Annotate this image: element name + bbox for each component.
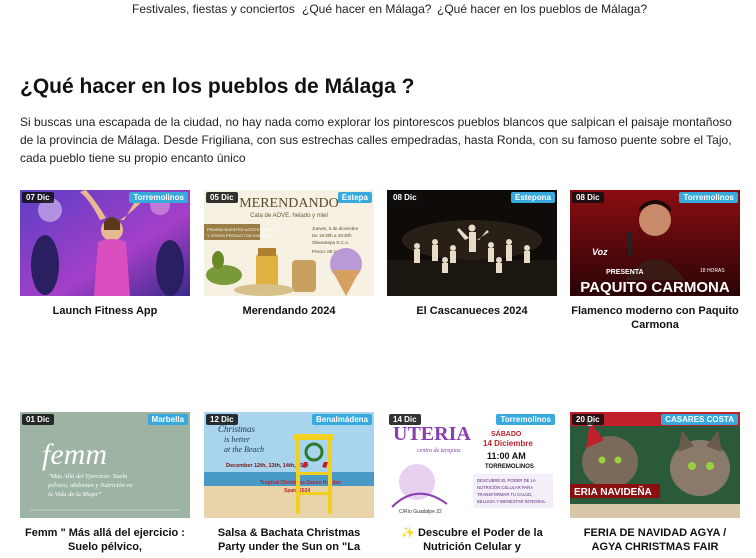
nav-link-que-hacer-pueblos[interactable]: ¿Qué hacer en los pueblos de Málaga? — [437, 2, 647, 16]
fitness-class-photo — [20, 190, 190, 296]
event-card[interactable]: Voz PRESENTA 18 HORAS PAQUITO CARMONA 08… — [570, 190, 740, 332]
event-location-badge: Torremolinos — [496, 414, 555, 425]
nav-link-que-hacer-malaga[interactable]: ¿Qué hacer en Málaga? — [302, 2, 431, 16]
poster-text: at the Beach — [224, 445, 264, 454]
event-card[interactable]: UTERIA centro de terapias SÁBADO 14 Dici… — [387, 412, 557, 554]
event-card[interactable]: 08 Dic Estepona El Cascanueces 2024 — [387, 190, 557, 318]
poster-line: "Más Allá del Ejercicio: Suelo — [48, 473, 128, 480]
poster-desc: NUTRICIÓN CELULAR PARA — [477, 485, 533, 490]
event-location-badge: Estepa — [337, 192, 372, 203]
poster-center: centro de terapias — [417, 448, 461, 454]
event-location-badge: Torremolinos — [129, 192, 188, 203]
poster-subtitle: Cata de AOVE, helado y miel — [250, 213, 328, 219]
poster-time: 11:00 AM — [487, 451, 526, 461]
poster-date: 14 Diciembre — [483, 439, 533, 448]
event-title[interactable]: Femm " Más allá del ejercicio : Suelo pé… — [20, 526, 190, 554]
poster-hour: 18 HORAS — [700, 268, 725, 274]
poster-desc: BELLEZA Y BIENESTAR INTEGRAL — [477, 499, 546, 504]
poster-town: TORREMOLINOS — [485, 464, 534, 470]
event-title[interactable]: ✨ Descubre el Poder de la Nutrición Celu… — [387, 526, 557, 554]
event-title[interactable]: FERIA DE NAVIDAD AGYA / AGYA CHRISTMAS F… — [570, 526, 740, 554]
poster-text: Christmas — [218, 424, 256, 434]
event-location-badge: Estepona — [510, 192, 555, 203]
event-date-badge: 20 Dic — [572, 414, 604, 425]
event-image[interactable]: 07 Dic Torremolinos — [20, 190, 190, 296]
poster-time: De 16:30h a 18:30h — [312, 233, 352, 238]
poster-presenta: PRESENTA — [606, 269, 644, 276]
event-title[interactable]: Launch Fitness App — [20, 304, 190, 318]
event-title[interactable]: Flamenco moderno con Paquito Carmona — [570, 304, 740, 332]
event-title[interactable]: El Cascanueces 2024 — [387, 304, 557, 318]
event-date-badge: 08 Dic — [389, 192, 421, 203]
event-title[interactable]: Merendando 2024 — [204, 304, 374, 318]
event-card[interactable]: MERENDANDO Cata de AOVE, helado y miel P… — [204, 190, 374, 318]
poster-artist-name: PAQUITO CARMONA — [580, 279, 730, 296]
poster-title: ERIA NAVIDEÑA — [574, 485, 652, 498]
poster-brand: femm — [42, 438, 107, 471]
event-date-badge: 12 Dic — [206, 414, 238, 425]
event-image[interactable]: 08 Dic Estepona — [387, 190, 557, 296]
ballet-stage-photo — [387, 190, 557, 296]
top-navigation: Festivales, fiestas y conciertos ¿Qué ha… — [0, 0, 756, 22]
poster-logo: Voz — [592, 247, 608, 257]
event-image[interactable]: femm "Más Allá del Ejercicio: Suelo pélv… — [20, 412, 190, 518]
page-title: ¿Qué hacer en los pueblos de Málaga ? — [20, 75, 415, 98]
poster-brand: UTERIA — [393, 423, 471, 445]
uteria-poster: UTERIA centro de terapias SÁBADO 14 Dici… — [387, 412, 557, 518]
event-date-badge: 05 Dic — [206, 192, 238, 203]
event-image[interactable]: Voz PRESENTA 18 HORAS PAQUITO CARMONA 08… — [570, 190, 740, 296]
event-title[interactable]: Salsa & Bachata Christmas Party under th… — [204, 526, 374, 554]
beach-christmas-poster: Christmas is better at the Beach Decembe… — [204, 412, 374, 518]
event-image[interactable]: MERENDANDO Cata de AOVE, helado y miel P… — [204, 190, 374, 296]
event-date-badge: 01 Dic — [22, 414, 54, 425]
nav-link-festivales[interactable]: Festivales, fiestas y conciertos — [132, 2, 295, 16]
event-location-badge: CASARES COSTA — [661, 414, 738, 425]
event-image[interactable]: ERIA NAVIDEÑA 20 Dic CASARES COSTA — [570, 412, 740, 518]
poster-time: Jueves, 5 de diciembre — [312, 226, 359, 231]
poster-line: pélvico, abdomen y Nutrición en — [47, 482, 133, 489]
event-date-badge: 14 Dic — [389, 414, 421, 425]
poster-headline: MERENDANDO — [239, 196, 339, 211]
poster-text: is better — [224, 435, 251, 444]
event-image[interactable]: Christmas is better at the Beach Decembe… — [204, 412, 374, 518]
paquito-carmona-poster: Voz PRESENTA 18 HORAS PAQUITO CARMONA — [570, 190, 740, 296]
feria-navidena-poster: ERIA NAVIDEÑA — [570, 412, 740, 518]
event-card[interactable]: femm "Más Allá del Ejercicio: Suelo pélv… — [20, 412, 190, 554]
merendando-poster: MERENDANDO Cata de AOVE, helado y miel P… — [204, 190, 374, 296]
poster-place: Oleoestepa S.C.A. — [312, 240, 349, 245]
event-date-badge: 07 Dic — [22, 192, 54, 203]
event-card[interactable]: Christmas is better at the Beach Decembe… — [204, 412, 374, 554]
event-image[interactable]: UTERIA centro de terapias SÁBADO 14 Dici… — [387, 412, 557, 518]
event-card[interactable]: 07 Dic Torremolinos Launch Fitness App — [20, 190, 190, 318]
femm-poster: femm "Más Allá del Ejercicio: Suelo pélv… — [20, 412, 190, 518]
event-location-badge: Benalmádena — [311, 414, 372, 425]
poster-side-line: PRUEBA NUESTRO ACEITE FRESCO — [207, 227, 277, 232]
event-date-badge: 08 Dic — [572, 192, 604, 203]
poster-day: SÁBADO — [491, 429, 522, 438]
event-location-badge: Torremolinos — [679, 192, 738, 203]
poster-desc: TRANSFORMAR TU SALUD, — [477, 492, 532, 497]
poster-desc: DESCUBRE EL PODER DE LA — [477, 478, 536, 483]
event-card[interactable]: ERIA NAVIDEÑA 20 Dic CASARES COSTA FERIA… — [570, 412, 740, 554]
intro-paragraph: Si buscas una escapada de la ciudad, no … — [20, 115, 732, 165]
poster-address: C/Río Guadalpe 22 — [399, 509, 442, 515]
poster-line: la Vida de la Mujer" — [48, 491, 101, 498]
event-location-badge: Marbella — [147, 414, 188, 425]
poster-side-line: Y OTROS PRODUCTOS GOURMET — [207, 233, 274, 238]
